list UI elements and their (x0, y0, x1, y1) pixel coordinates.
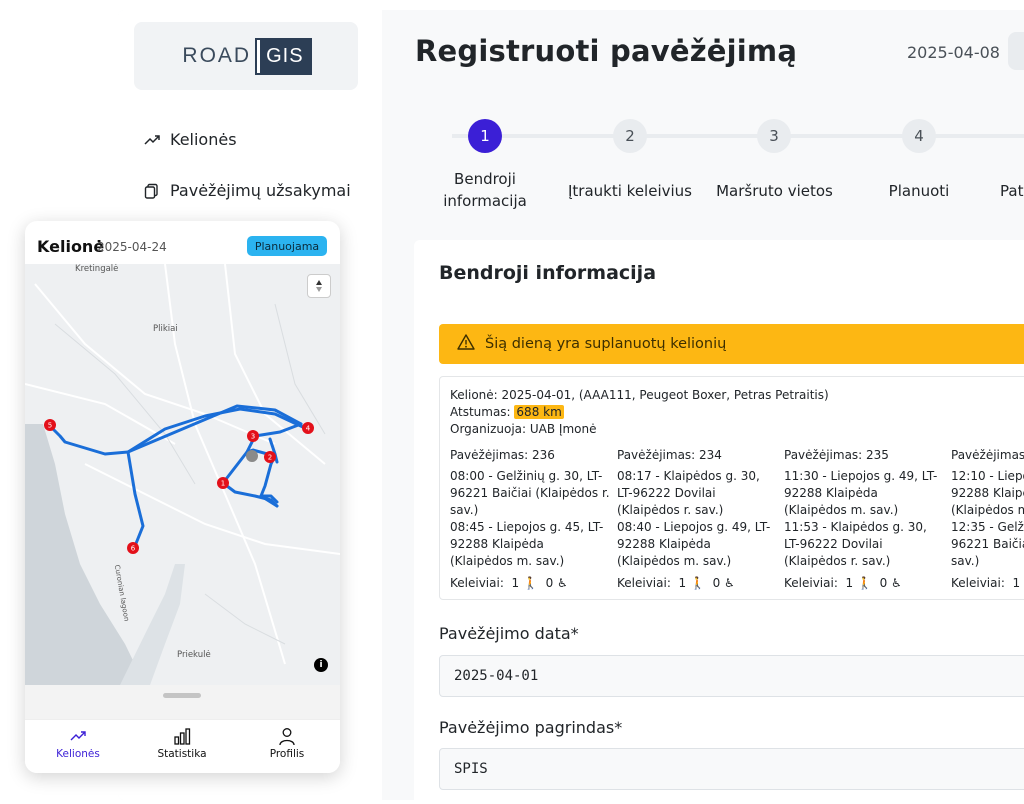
ride-stop: 12:35 - Gelžinių g. 30, LT-96221 Baičiai… (951, 520, 1024, 568)
ride-passengers: Keleiviai: 1 🚶 0 ♿ (450, 576, 568, 590)
wheelchair-icon: ♿ (557, 576, 568, 590)
main-content: Registruoti pavėžėjimą 2025-04-08 1 2 3 … (382, 10, 1024, 800)
copy-icon (144, 183, 160, 199)
status-badge: Planuojama (247, 236, 327, 256)
trip-summary: Kelionė: 2025-04-01, (AAA111, Peugeot Bo… (439, 376, 1024, 600)
route-markers: 1 2 3 4 5 6 (44, 419, 314, 554)
walking-icon: 🚶 (689, 576, 705, 590)
trending-up-icon (144, 132, 160, 148)
header-date: 2025-04-08 (907, 43, 1000, 62)
stepper-track (452, 134, 1024, 138)
tab-profile[interactable]: Profilis (242, 726, 332, 760)
step-2-label: Įtraukti keleivius (568, 182, 692, 200)
logo-text-gis: GIS (255, 37, 312, 75)
ride-stop: 08:40 - Liepojos g. 49, LT-92288 Klaipėd… (617, 520, 771, 568)
general-info-card: Bendroji informacija Šią dieną yra supla… (414, 240, 1024, 800)
user-icon (277, 726, 297, 746)
map-label-priekule: Priekulė (177, 650, 211, 660)
route-map[interactable]: 1 2 3 4 5 6 Kretingalė Plikiai Priekulė … (25, 264, 340, 685)
tab-trips[interactable]: Kelionės (33, 726, 123, 760)
ride-header: Pavėžėjimas: 236 (450, 448, 555, 462)
info-icon[interactable]: i (314, 658, 328, 672)
marker-6: 6 (131, 545, 136, 553)
reason-field[interactable]: SPIS (439, 748, 1024, 790)
tab-bar: Kelionės Statistika Profilis (25, 719, 340, 773)
ride-header: Pavėžėjimas: 235 (784, 448, 889, 462)
sheet-handle[interactable] (163, 693, 201, 698)
alert-text: Šią dieną yra suplanuotų kelionių (485, 336, 727, 352)
ride-passengers: Keleiviai: 1 🚶 0 ♿ (784, 576, 902, 590)
ride-stop: 11:53 - Klaipėdos g. 30, LT-96222 Dovila… (784, 520, 927, 568)
ride-stop: 11:30 - Liepojos g. 49, LT-92288 Klaipėd… (784, 469, 938, 517)
step-5-label: Patvirtinti (1000, 182, 1024, 200)
ride-stop: 12:10 - Liepojos g. 49, LT-92288 Klaipėd… (951, 469, 1024, 517)
bar-chart-icon (172, 726, 192, 746)
step-3-label: Maršruto vietos (716, 182, 833, 200)
walking-icon: 🚶 (522, 576, 538, 590)
ride-column: Pavėžėjimas: 12:10 - Liepojos g. 49, LT-… (951, 447, 1024, 590)
logo-text-road: ROAD (182, 44, 252, 67)
ride-stop: 08:45 - Liepojos g. 45, LT-92288 Klaipėd… (450, 520, 604, 568)
step-1-label: Bendroji informacija (443, 170, 527, 210)
distance-value: 688 km (514, 405, 564, 419)
marker-2: 2 (268, 454, 272, 462)
map-canvas: 1 2 3 4 5 6 (25, 264, 340, 685)
date-field-label: Pavėžėjimo data* (439, 624, 579, 643)
marker-1: 1 (221, 480, 225, 488)
sidebar-item-orders[interactable]: Pavėžėjimų užsakymai (144, 181, 351, 200)
wheelchair-icon: ♿ (891, 576, 902, 590)
ride-column: Pavėžėjimas: 235 11:30 - Liepojos g. 49,… (784, 447, 944, 590)
map-label-kretingale: Kretingalė (75, 264, 119, 274)
page-title: Registruoti pavėžėjimą (415, 34, 798, 68)
sidebar-item-trips[interactable]: Kelionės (144, 130, 237, 149)
calendar-button[interactable] (1008, 32, 1024, 70)
walking-icon: 🚶 (856, 576, 872, 590)
marker-4: 4 (306, 425, 311, 433)
marker-5: 5 (48, 422, 52, 430)
trip-title: Kelionė (37, 237, 105, 256)
tab-statistics[interactable]: Statistika (137, 726, 227, 760)
compass-button[interactable] (307, 274, 331, 298)
card-title: Bendroji informacija (439, 262, 657, 284)
reason-field-label: Pavėžėjimo pagrindas* (439, 718, 623, 737)
ride-passengers: Keleiviai: 1 🚶 0 ♿ (617, 576, 735, 590)
step-2-dot[interactable]: 2 (613, 119, 647, 153)
map-label-plikiai: Plikiai (153, 324, 178, 334)
sidebar-item-label: Kelionės (170, 130, 237, 149)
step-4-dot[interactable]: 4 (902, 119, 936, 153)
trip-distance: Atstumas: 688 km (450, 405, 564, 419)
warning-icon (457, 334, 475, 354)
trip-header: Kelionė: 2025-04-01, (AAA111, Peugeot Bo… (450, 388, 829, 402)
marker-3: 3 (251, 433, 255, 441)
step-1-dot[interactable]: 1 (468, 119, 502, 153)
trip-organizer: Organizuoja: UAB Įmonė (450, 422, 597, 436)
sidebar-item-label: Pavėžėjimų užsakymai (170, 181, 351, 200)
ride-stop: 08:17 - Klaipėdos g. 30, LT-96222 Dovila… (617, 469, 760, 517)
date-field[interactable]: 2025-04-01 (439, 655, 1024, 697)
ride-header: Pavėžėjimas: (951, 448, 1024, 462)
warning-alert: Šią dieną yra suplanuotų kelionių (439, 324, 1024, 364)
bottom-sheet[interactable] (25, 685, 340, 719)
ride-passengers: Keleiviai: 1 (951, 576, 1021, 590)
ride-column: Pavėžėjimas: 236 08:00 - Gelžinių g. 30,… (450, 447, 610, 590)
trip-date: 2025-04-24 (97, 240, 167, 254)
step-3-dot[interactable]: 3 (757, 119, 791, 153)
ride-column: Pavėžėjimas: 234 08:17 - Klaipėdos g. 30… (617, 447, 777, 590)
wheelchair-icon: ♿ (724, 576, 735, 590)
ride-stop: 08:00 - Gelžinių g. 30, LT-96221 Baičiai… (450, 469, 610, 517)
mobile-app-preview: Kelionė 2025-04-24 Planuojama 1 2 3 4 5 … (25, 221, 340, 773)
ride-header: Pavėžėjimas: 234 (617, 448, 722, 462)
trending-up-icon (68, 726, 88, 746)
step-4-label: Planuoti (888, 182, 950, 200)
logo[interactable]: ROAD GIS (134, 22, 358, 90)
